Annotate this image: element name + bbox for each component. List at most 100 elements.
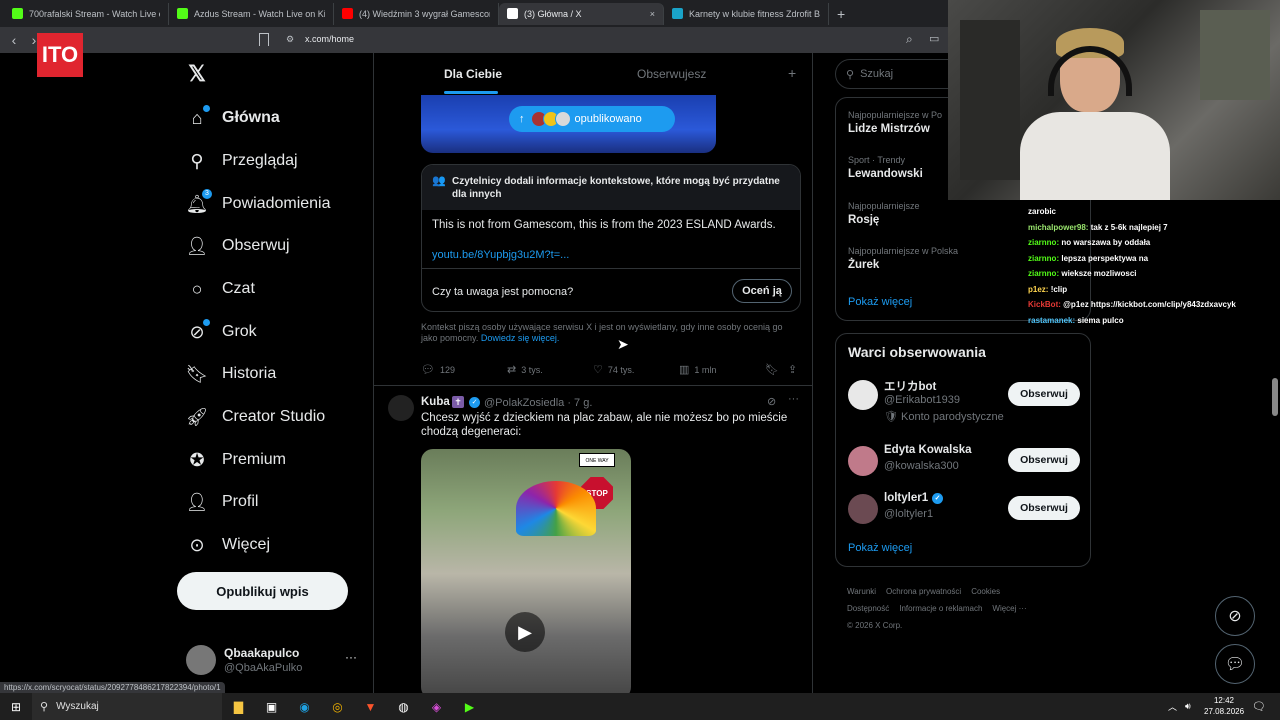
nav-item-profil[interactable]: 👤︎ Profil [186, 487, 259, 517]
avatar[interactable] [848, 494, 878, 524]
views-button[interactable]: ▥ 1 mln [679, 363, 716, 376]
notification-icon[interactable]: 🗨︎ [1252, 700, 1266, 713]
scroll-thumb[interactable] [1272, 378, 1278, 416]
nav-item-creator-studio[interactable]: 🚀︎ Creator Studio [186, 402, 326, 432]
grok-icon[interactable]: ⊘ [767, 395, 776, 408]
file-explorer-icon[interactable]: ▇ [222, 693, 255, 720]
reply-button[interactable]: 💬︎ 129 [421, 363, 455, 376]
like-button[interactable]: ♡ 74 tys. [593, 363, 634, 376]
nav-item-główna[interactable]: ⌂ Główna [186, 103, 280, 133]
chrome-icon[interactable]: ◎ [321, 693, 354, 720]
pill-avatars [530, 111, 571, 127]
edge-icon[interactable]: ◉ [288, 693, 321, 720]
nav-item-czat[interactable]: ○ Czat [186, 274, 255, 304]
repost-button[interactable]: ⇄ 3 tys. [507, 363, 543, 376]
x-logo[interactable]: 𝕏 [186, 59, 222, 89]
new-tab-button[interactable]: + [837, 6, 845, 22]
follow-show-more-link[interactable]: Pokaż więcej [848, 542, 912, 554]
follow-button[interactable]: Obserwuj [1008, 448, 1080, 472]
chat-icon: ○ [191, 278, 203, 299]
new-posts-pill[interactable]: ↑ opublikowano [509, 106, 675, 132]
site-info-icon[interactable]: ⚙ [286, 34, 294, 45]
suggestion-name[interactable]: エリカbot [884, 378, 936, 394]
bookmark-button[interactable]: 🔖︎ [765, 363, 784, 376]
clock[interactable]: 12:42 27.08.2026 [1204, 695, 1244, 717]
nav-item-powiadomienia[interactable]: 🔔︎ 3 Powiadomienia [186, 189, 331, 219]
nav-item-przeglądaj[interactable]: ⚲ Przeglądaj [186, 146, 298, 176]
browser-tab[interactable]: (4) Wiedźmin 3 wygrał Gamescom - \ [334, 2, 499, 25]
follow-suggestion[interactable]: エリカbot @Erikabot1939 🛡︎ Konto parodystyczn… [848, 378, 1080, 423]
suggestion-name[interactable]: Edyta Kowalska [884, 444, 972, 456]
tab-following[interactable]: Obserwujesz [637, 67, 706, 81]
nav-item-obserwuj[interactable]: 👤︎ Obserwuj [186, 231, 290, 261]
zoom-icon[interactable]: ⌕ [906, 32, 913, 47]
chevron-up-icon[interactable]: ︿ [1168, 700, 1177, 713]
avatar[interactable] [848, 446, 878, 476]
trends-show-more-link[interactable]: Pokaż więcej [848, 296, 912, 308]
avatar[interactable] [848, 380, 878, 410]
profile-name[interactable]: Qbaakapulco [224, 646, 299, 660]
volume-icon[interactable]: 🔊︎ [1185, 701, 1191, 712]
nav-item-premium[interactable]: ✪ Premium [186, 445, 286, 475]
browser-tab[interactable]: (3) Główna / X × [499, 2, 664, 25]
post-author-name[interactable]: Kuba [421, 396, 450, 408]
post-video[interactable]: ONE WAY STOP ▶ [421, 449, 631, 693]
browser-tab[interactable]: Azdus Stream - Watch Live on Kick [169, 2, 334, 25]
post-author-handle[interactable]: @PolakZosiedla · 7 g. [484, 397, 592, 409]
note-body: This is not from Gamescom, this is from … [432, 219, 776, 231]
messages-fab-icon[interactable]: 💬︎ [1215, 644, 1255, 684]
cast-icon[interactable]: ▭ [929, 32, 939, 45]
close-tab-icon[interactable]: × [650, 9, 655, 19]
footer-link[interactable]: Warunki [847, 587, 876, 596]
nav-item-grok[interactable]: ⊘ Grok [186, 317, 257, 347]
back-icon[interactable]: ‹ [4, 32, 24, 48]
add-feed-icon[interactable]: + [788, 65, 796, 81]
footer-link[interactable]: Ochrona prywatności [886, 587, 961, 596]
nav-item-więcej[interactable]: ⊙ Więcej [186, 530, 270, 560]
follow-button[interactable]: Obserwuj [1008, 496, 1080, 520]
brave-icon[interactable]: ▼ [354, 693, 387, 720]
app-icon[interactable]: ▣ [255, 693, 288, 720]
bookmark-page-icon[interactable] [259, 33, 269, 46]
nav-label: Przeglądaj [222, 152, 298, 169]
footer-link[interactable]: Więcej ··· [992, 604, 1026, 613]
app-icon[interactable]: ▶ [453, 693, 486, 720]
app-icon[interactable]: ◈ [420, 693, 453, 720]
post-button[interactable]: Opublikuj wpis [177, 572, 348, 610]
browser-tab[interactable]: 700rafalski Stream - Watch Live on Ki [4, 2, 169, 25]
note-header-text: Czytelnicy dodali informacje kontekstowe… [452, 176, 780, 200]
grok-fab-icon[interactable]: ⊘ [1215, 596, 1255, 636]
avatar[interactable] [388, 395, 414, 421]
profile-handle[interactable]: @QbaAkaPulko [224, 662, 302, 674]
scrollbar[interactable] [1270, 200, 1280, 693]
webcam-background-window [1200, 10, 1270, 100]
trend-item[interactable]: Sport · Trendy Lewandowski [848, 155, 923, 180]
avatar[interactable] [186, 645, 216, 675]
follow-suggestion[interactable]: Edyta Kowalska @kowalska300 Obserwuj [848, 444, 1080, 486]
obs-icon[interactable]: ◍ [387, 693, 420, 720]
trend-item[interactable]: Najpopularniejsze w Polska Żurek [848, 246, 958, 271]
taskbar-search[interactable]: ⚲ Wyszukaj [32, 693, 222, 720]
learn-more-link[interactable]: Dowiedz się więcej. [481, 333, 560, 343]
play-icon[interactable]: ▶ [505, 612, 545, 652]
trend-item[interactable]: Najpopularniejsze Rosję [848, 201, 920, 226]
footer-link[interactable]: Informacje o reklamach [899, 604, 982, 613]
more-icon[interactable]: ··· [788, 393, 799, 405]
footer-link[interactable]: Dostępność [847, 604, 889, 613]
note-link[interactable]: youtu.be/8Yupbjg3u2M?t=... [432, 249, 569, 261]
nav-item-historia[interactable]: 🔖︎ Historia [186, 359, 277, 389]
suggestion-name[interactable]: loltyler1 ✓ [884, 492, 944, 504]
share-button[interactable]: ⇪ [788, 363, 802, 376]
post-media-image[interactable]: ↑ opublikowano [421, 95, 716, 153]
trend-item[interactable]: Najpopularniejsze w Po Lidze Mistrzów [848, 110, 942, 135]
follow-button[interactable]: Obserwuj [1008, 382, 1080, 406]
browser-tab[interactable]: Karnety w klubie fitness Zdrofit Banin [664, 2, 829, 25]
windows-start-icon[interactable]: ⊞ [0, 693, 32, 720]
url-field[interactable]: x.com/home [305, 34, 354, 44]
chat-username: ziarnno: [1028, 269, 1060, 278]
follow-suggestion[interactable]: loltyler1 ✓ @loltyler1 Obserwuj [848, 492, 1080, 534]
tab-for-you[interactable]: Dla Ciebie [444, 67, 502, 81]
profile-more-icon[interactable]: ··· [345, 650, 357, 664]
footer-link[interactable]: Cookies [971, 587, 1000, 596]
rate-note-button[interactable]: Oceń ją [732, 279, 792, 303]
